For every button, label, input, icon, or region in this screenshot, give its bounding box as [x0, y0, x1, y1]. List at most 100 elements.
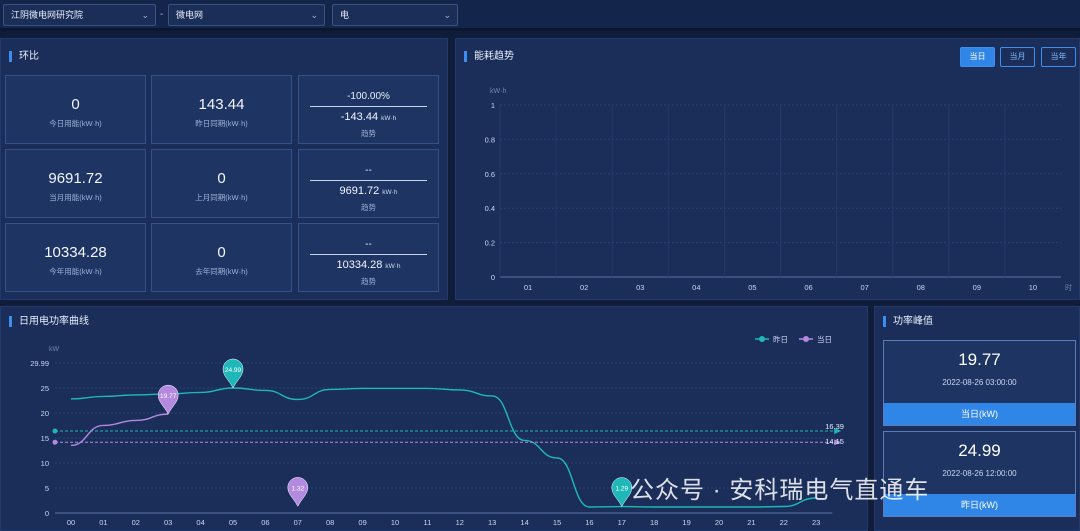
- x-tick-label: 13: [488, 518, 496, 527]
- year-trend-value: 10334.28: [336, 259, 383, 271]
- energy-trend-chart: kW·h 0 0.2 0.4 0.6 0.8 1 01 02 03 04 05 06 07 08 09 10 时: [485, 88, 1072, 292]
- series-line: [70, 413, 169, 447]
- x-tick-label: 08: [326, 518, 334, 527]
- tab-month[interactable]: 当月: [1000, 47, 1035, 67]
- year-trend-label: 趋势: [361, 277, 376, 286]
- x-tick-label: 03: [636, 283, 644, 292]
- x-tick-label: 06: [261, 518, 269, 527]
- x-tick-label: 16: [585, 518, 593, 527]
- today-peak-card: 19.77 2022-08-26 03:00:00 当日(kW): [883, 340, 1076, 426]
- filter-bar: 江阴微电网研究院 ⌄ - 微电网 ⌄ 电 ⌄: [0, 0, 1080, 31]
- month-trend-card: -- 9691.72 kW·h 趋势: [298, 149, 439, 218]
- x-tick-label: 14: [520, 518, 528, 527]
- y-tick-label: 20: [41, 409, 49, 418]
- month-trend-pct: --: [365, 165, 372, 176]
- y-tick-label: 0: [491, 273, 495, 282]
- yesterday-peak-value: 24.99: [958, 441, 1001, 460]
- max-marker-label: 19.77: [160, 393, 177, 400]
- x-tick-label: 18: [650, 518, 658, 527]
- x-tick-label: 23: [812, 518, 820, 527]
- x-tick-label: 08: [917, 283, 925, 292]
- y-tick-label: 0.2: [485, 239, 495, 248]
- chevron-down-icon: ⌄: [141, 10, 149, 20]
- year-usage-card: 10334.28 今年用能(kW·h): [5, 223, 146, 292]
- year-trend-pct: --: [365, 239, 372, 250]
- last-year-same-label: 去年同期(kW·h): [195, 267, 248, 276]
- divider: [310, 254, 427, 255]
- yesterday-same-value: 143.44: [198, 96, 245, 113]
- last-month-same-card: 0 上月同期(kW·h): [151, 149, 292, 218]
- x-tick-label: 19: [682, 518, 690, 527]
- month-trend-value: 9691.72: [339, 185, 380, 197]
- x-tick-label: 02: [132, 518, 140, 527]
- last-month-same-label: 上月同期(kW·h): [195, 193, 248, 202]
- today-peak-value: 19.77: [958, 350, 1001, 369]
- x-tick-label: 10: [1029, 283, 1037, 292]
- year-trend-card: -- 10334.28 kW·h 趋势: [298, 223, 439, 292]
- legend-label: 当日: [817, 334, 832, 344]
- x-tick-label: 02: [580, 283, 588, 292]
- month-usage-label: 当月用能(kW·h): [49, 193, 102, 202]
- x-tick-label: 15: [553, 518, 561, 527]
- ratio-panel-title: 环比: [9, 51, 39, 62]
- x-tick-label: 20: [715, 518, 723, 527]
- day-trend-value-row: -143.44 kW·h: [299, 111, 438, 123]
- last-year-same-card: 0 去年同期(kW·h): [151, 223, 292, 292]
- today-usage-label: 今日用能(kW·h): [49, 119, 102, 128]
- x-axis-unit: 时: [1065, 283, 1072, 292]
- x-tick-label: 09: [358, 518, 366, 527]
- month-usage-value: 9691.72: [48, 170, 103, 187]
- year-usage-value: 10334.28: [44, 244, 107, 261]
- energy-type-select[interactable]: 电 ⌄: [332, 4, 458, 26]
- tab-day[interactable]: 当日: [960, 47, 995, 67]
- x-tick-label: 17: [618, 518, 626, 527]
- x-tick-label: 01: [524, 283, 532, 292]
- unit-label: kW·h: [381, 115, 397, 122]
- last-year-same-value: 0: [217, 244, 226, 261]
- tab-year[interactable]: 当年: [1041, 47, 1076, 67]
- x-tick-label: 09: [973, 283, 981, 292]
- y-tick-label: 10: [41, 459, 49, 468]
- y-tick-label: 5: [45, 484, 49, 493]
- y-tick-label: 29.99: [30, 359, 49, 368]
- year-usage-label: 今年用能(kW·h): [49, 267, 102, 276]
- x-tick-label: 00: [67, 518, 75, 527]
- average-line-start: [52, 439, 58, 445]
- y-tick-label: 0.6: [485, 170, 495, 179]
- energy-type-select-value: 电: [340, 10, 350, 20]
- day-trend-value: -143.44: [340, 111, 379, 123]
- x-tick-label: 12: [456, 518, 464, 527]
- x-tick-label: 11: [424, 518, 432, 527]
- min-marker-label: 1.29: [615, 486, 628, 493]
- x-tick-label: 07: [294, 518, 302, 527]
- day-trend-pct: -100.00%: [347, 91, 390, 102]
- month-trend-label: 趋势: [361, 203, 376, 212]
- org-select[interactable]: 江阴微电网研究院 ⌄: [3, 4, 156, 26]
- x-tick-label: 03: [164, 518, 172, 527]
- chevron-down-icon: ⌄: [443, 10, 451, 20]
- max-marker-label: 24.99: [225, 367, 242, 374]
- x-tick-label: 04: [196, 518, 204, 527]
- grid-select[interactable]: 微电网 ⌄: [168, 4, 325, 26]
- x-tick-label: 07: [860, 283, 868, 292]
- day-trend-card: -100.00% -143.44 kW·h 趋势: [298, 75, 439, 144]
- yesterday-same-card: 143.44 昨日同期(kW·h): [151, 75, 292, 144]
- y-tick-label: 25: [41, 384, 49, 393]
- average-label: 14.15: [825, 437, 844, 446]
- average-label: 16.39: [825, 422, 844, 431]
- average-line-start: [52, 428, 58, 434]
- day-trend-label: 趋势: [361, 129, 376, 138]
- y-tick-label: 0.8: [485, 135, 495, 144]
- year-trend-value-row: 10334.28 kW·h: [299, 259, 438, 271]
- month-trend-value-row: 9691.72 kW·h: [299, 185, 438, 197]
- y-tick-label: 1: [491, 101, 495, 110]
- y-axis-unit: kW·h: [490, 88, 506, 95]
- y-axis-unit: kW: [49, 346, 60, 353]
- min-marker-label: 1.32: [291, 485, 304, 492]
- y-tick-label: 15: [41, 434, 49, 443]
- x-tick-label: 10: [391, 518, 399, 527]
- legend-swatch: [803, 336, 809, 342]
- peak-panel-title: 功率峰值: [883, 316, 933, 327]
- unit-label: kW·h: [382, 189, 398, 196]
- unit-label: kW·h: [385, 263, 401, 270]
